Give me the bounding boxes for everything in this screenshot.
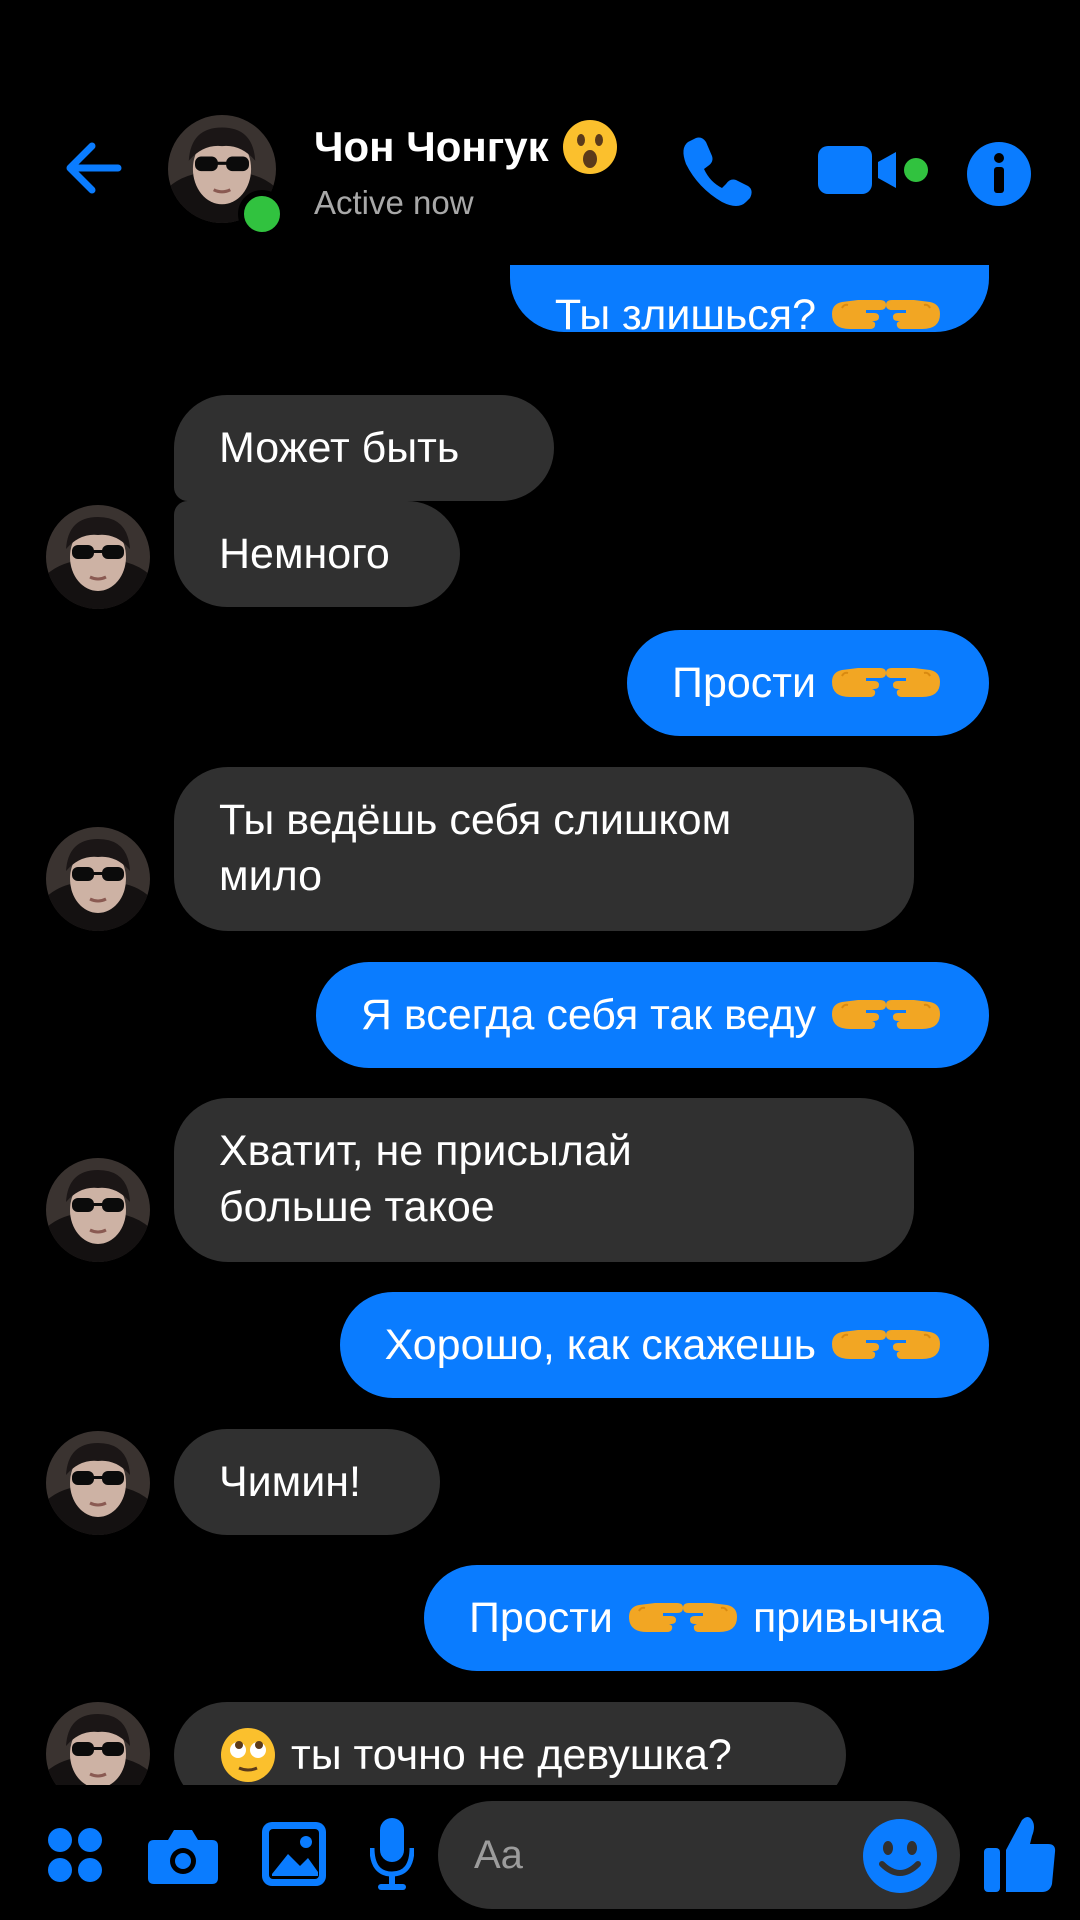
sender-avatar[interactable] [46, 1431, 150, 1535]
smiley-icon[interactable] [862, 1818, 938, 1894]
message-text: Прости [672, 659, 816, 707]
sender-avatar[interactable] [46, 1702, 150, 1785]
pointing-fingers-icon [828, 992, 944, 1038]
astonished-face-icon [562, 120, 617, 174]
contact-status: Active now [314, 184, 474, 221]
message-text: Хватит, не присылай больше такое [219, 1127, 632, 1231]
microphone-icon[interactable] [370, 1818, 414, 1890]
sender-avatar[interactable] [46, 1158, 150, 1262]
message-text: Может быть [219, 424, 460, 472]
sender-avatar[interactable] [46, 827, 150, 931]
incoming-message[interactable]: Хватит, не присылай больше такое [174, 1098, 914, 1262]
message-thread[interactable]: Ты злишься? Может быть Немного Прости Ты… [0, 265, 1080, 1785]
message-text: ты точно не девушка? [291, 1731, 732, 1779]
info-icon[interactable] [966, 134, 1032, 214]
incoming-message[interactable]: Немного [174, 501, 460, 607]
incoming-message[interactable]: Ты ведёшь себя слишком мило [174, 767, 914, 931]
thumbs-up-icon[interactable] [984, 1814, 1056, 1894]
gallery-icon[interactable] [262, 1822, 326, 1886]
video-call-icon[interactable] [818, 130, 938, 210]
outgoing-message[interactable]: Прости [627, 630, 989, 736]
message-text-after: привычка [752, 1594, 944, 1642]
message-text: Ты злишься? [554, 290, 816, 339]
pointing-fingers-icon [828, 292, 944, 338]
incoming-message[interactable]: Чимин! [174, 1429, 440, 1535]
camera-icon[interactable] [148, 1826, 218, 1884]
contact-name[interactable]: Чон Чонгук [314, 118, 619, 176]
message-text-before: Прости [469, 1594, 613, 1642]
contact-name-text: Чон Чонгук [314, 123, 549, 170]
message-text: Хорошо, как скажешь [384, 1321, 816, 1369]
message-text: Немного [219, 530, 390, 578]
message-text: Я всегда себя так веду [360, 991, 816, 1039]
message-text: Ты ведёшь себя слишком мило [219, 796, 732, 900]
four-dots-menu-icon[interactable] [46, 1826, 104, 1884]
outgoing-message[interactable]: Хорошо, как скажешь [339, 1292, 989, 1398]
back-arrow-icon[interactable] [56, 130, 132, 206]
pointing-fingers-icon [625, 1595, 741, 1641]
online-indicator [238, 190, 286, 238]
message-text: Чимин! [219, 1458, 361, 1506]
outgoing-message[interactable]: Прости привычка [424, 1565, 989, 1671]
outgoing-message[interactable]: Я всегда себя так веду [315, 962, 989, 1068]
sender-avatar[interactable] [46, 505, 150, 609]
chat-header: Чон Чонгук Active now [0, 0, 1080, 265]
incoming-message[interactable]: ты точно не девушка? [174, 1702, 846, 1785]
pointing-fingers-icon [828, 660, 944, 706]
outgoing-message[interactable]: Ты злишься? [509, 265, 989, 339]
pointing-fingers-icon [828, 1322, 944, 1368]
phone-icon[interactable] [678, 130, 758, 210]
incoming-message[interactable]: Может быть [174, 395, 554, 501]
rolling-eyes-face-icon [221, 1728, 275, 1782]
